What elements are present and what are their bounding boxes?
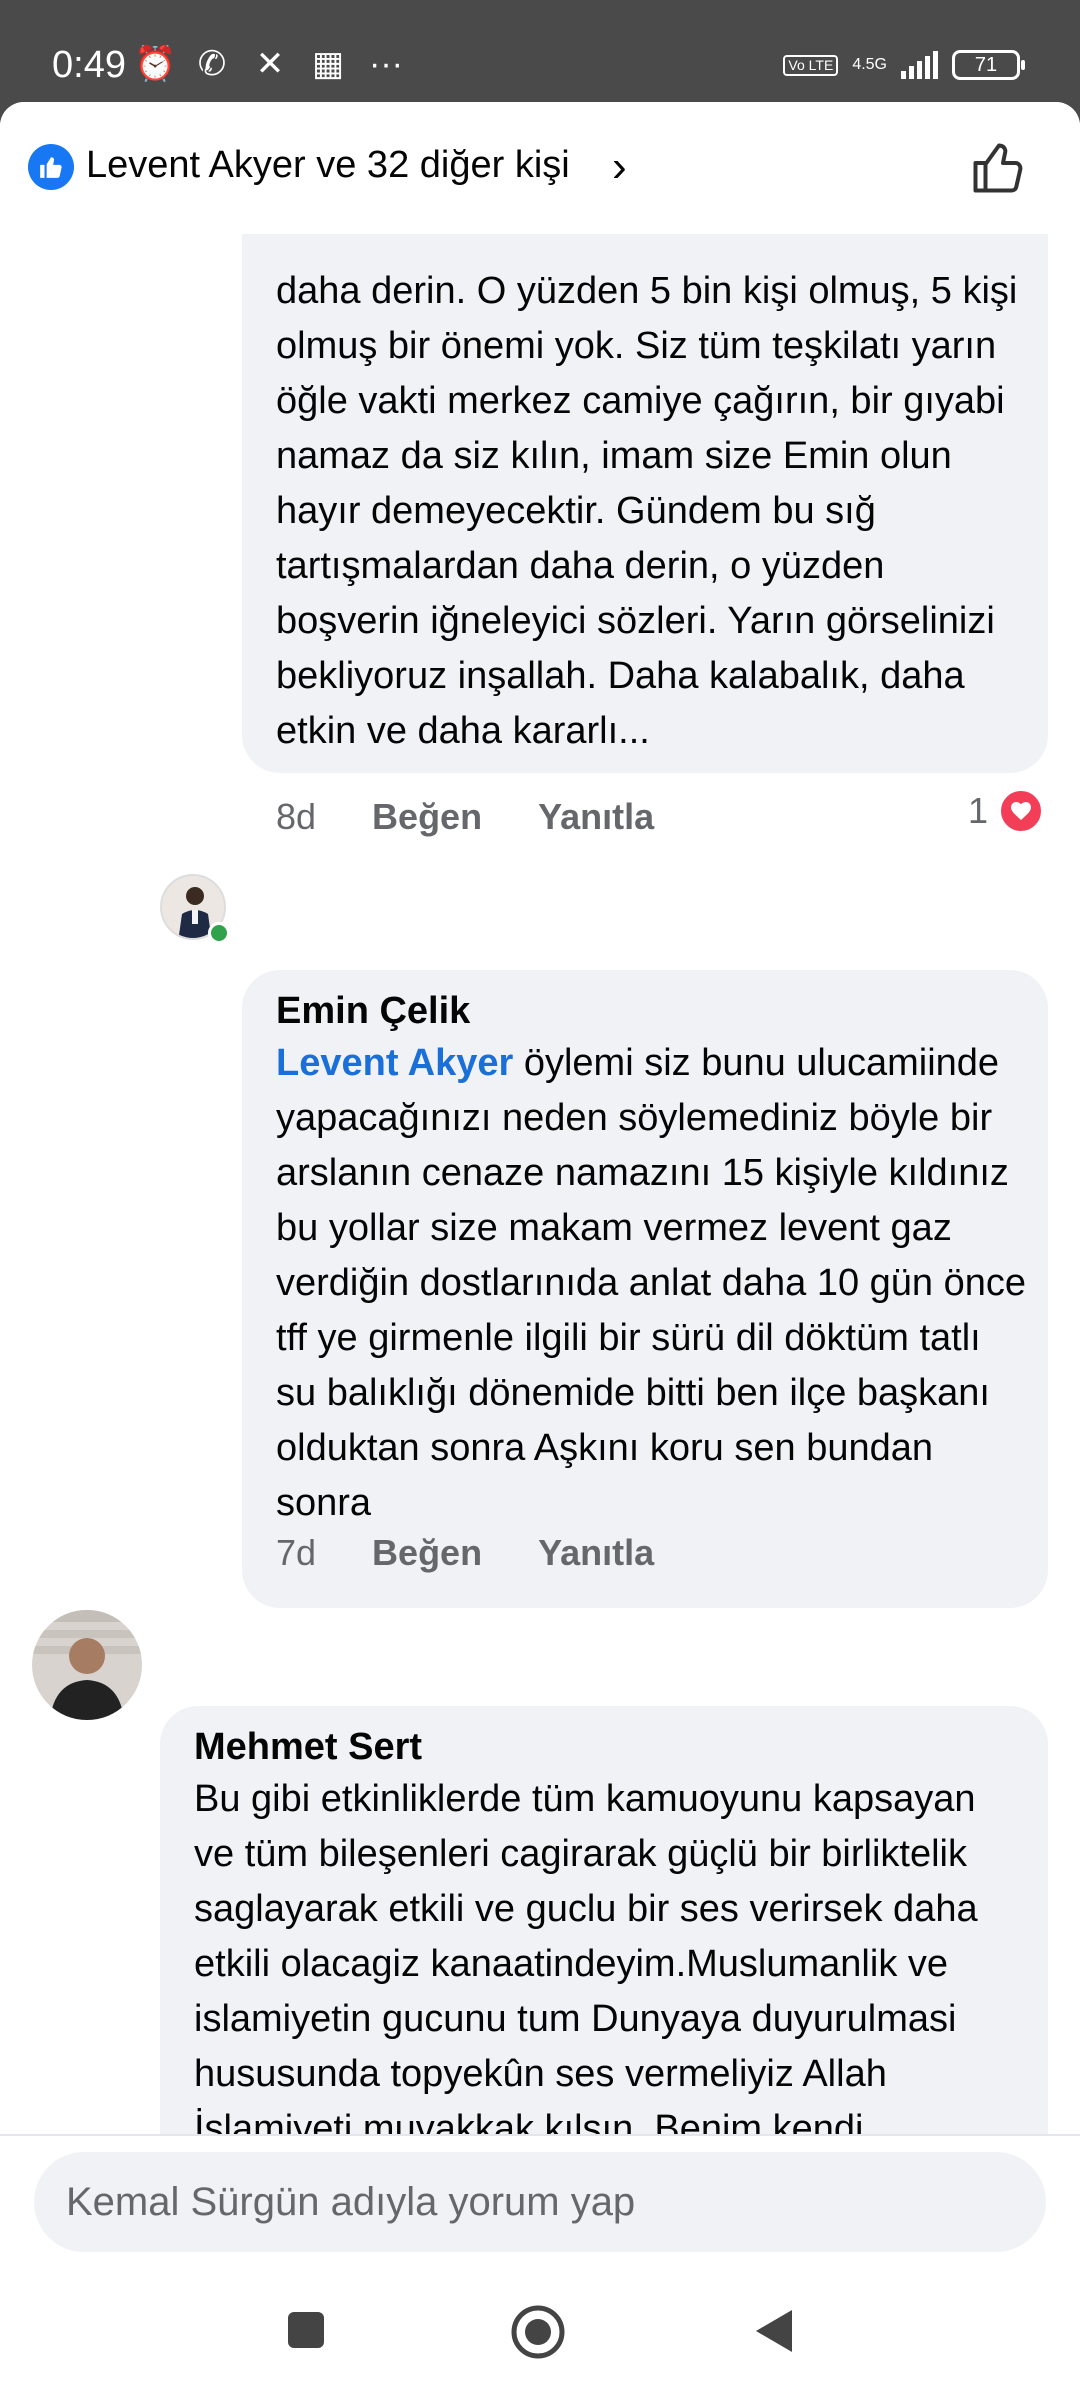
notification-icons: ⏰ ✆ ✕ ▦ ··· xyxy=(134,44,406,84)
like-comment-button[interactable]: Beğen xyxy=(372,796,482,838)
recents-button[interactable] xyxy=(286,2310,326,2355)
heart-reaction-icon xyxy=(998,788,1045,834)
like-reaction-icon xyxy=(28,144,74,190)
comment-text: daha derin. O yüzden 5 bin kişi olmuş, 5… xyxy=(276,270,1018,752)
comment-text: Levent Akyer öylemi siz bunu ulucamiinde… xyxy=(276,1036,1026,1531)
status-bar: 0:49 ⏰ ✆ ✕ ▦ ··· Vo LTE 4.5G 71 xyxy=(0,0,1080,104)
user-mention-link[interactable]: Levent Akyer xyxy=(276,1042,513,1084)
comment-bubble[interactable]: Emin Çelik Levent Akyer öylemi siz bunu … xyxy=(242,970,1048,1608)
reaction-count-number: 1 xyxy=(968,790,989,831)
like-comment-button[interactable]: Beğen xyxy=(372,1532,482,1574)
comment-author[interactable]: Emin Çelik xyxy=(276,986,1014,1036)
comment-actions: 7d Beğen Yanıtla xyxy=(276,1532,654,1574)
chevron-right-icon[interactable]: › xyxy=(612,142,627,192)
navigation-bar xyxy=(0,2270,1080,2400)
calendar-icon: ▦ xyxy=(311,45,345,83)
home-button[interactable] xyxy=(510,2304,566,2365)
reply-button[interactable]: Yanıtla xyxy=(538,1532,654,1574)
system-icons: Vo LTE 4.5G 71 xyxy=(783,50,1025,80)
battery-icon: 71 xyxy=(952,50,1025,80)
online-status-indicator xyxy=(208,922,230,944)
volte-icon: Vo LTE xyxy=(783,54,839,76)
whatsapp-icon: ✆ xyxy=(197,45,227,83)
reaction-count[interactable]: 1 xyxy=(968,788,1045,834)
comment-composer-bar: Kemal Sürgün adıyla yorum yap xyxy=(0,2134,1080,2270)
back-button[interactable] xyxy=(752,2306,796,2361)
alarm-icon: ⏰ xyxy=(134,45,177,83)
reactions-summary-link[interactable]: Levent Akyer ve 32 diğer kişi xyxy=(86,144,570,187)
comment-bubble[interactable]: daha derin. O yüzden 5 bin kişi olmuş, 5… xyxy=(242,234,1048,773)
comments-sheet: Levent Akyer ve 32 diğer kişi › daha der… xyxy=(0,102,1080,2270)
reply-button[interactable]: Yanıtla xyxy=(538,796,654,838)
reactions-header: Levent Akyer ve 32 diğer kişi › xyxy=(0,102,1080,234)
comment-author[interactable]: Mehmet Sert xyxy=(194,1722,1014,1772)
comment-time: 7d xyxy=(276,1532,317,1573)
like-button-icon[interactable] xyxy=(968,138,1028,198)
comment-list: daha derin. O yüzden 5 bin kişi olmuş, 5… xyxy=(0,234,1080,2134)
comment-actions: 8d Beğen Yanıtla xyxy=(276,796,654,838)
status-time: 0:49 xyxy=(52,44,126,86)
comment-bubble[interactable]: Mehmet Sert Bu gibi etkinliklerde tüm ka… xyxy=(160,1706,1048,2134)
comment-text: Bu gibi etkinliklerde tüm kamuoyunu kaps… xyxy=(194,1778,978,2134)
comment-input[interactable]: Kemal Sürgün adıyla yorum yap xyxy=(34,2152,1046,2252)
comment-time: 8d xyxy=(276,796,317,837)
signal-icon xyxy=(901,51,938,79)
comment-body: öylemi siz bunu ulucamiinde yapacağınızı… xyxy=(276,1042,1026,1524)
more-notifications-icon: ··· xyxy=(369,44,403,83)
network-type: 4.5G xyxy=(852,56,887,73)
x-icon: ✕ xyxy=(255,45,285,83)
avatar[interactable] xyxy=(32,1610,142,1720)
